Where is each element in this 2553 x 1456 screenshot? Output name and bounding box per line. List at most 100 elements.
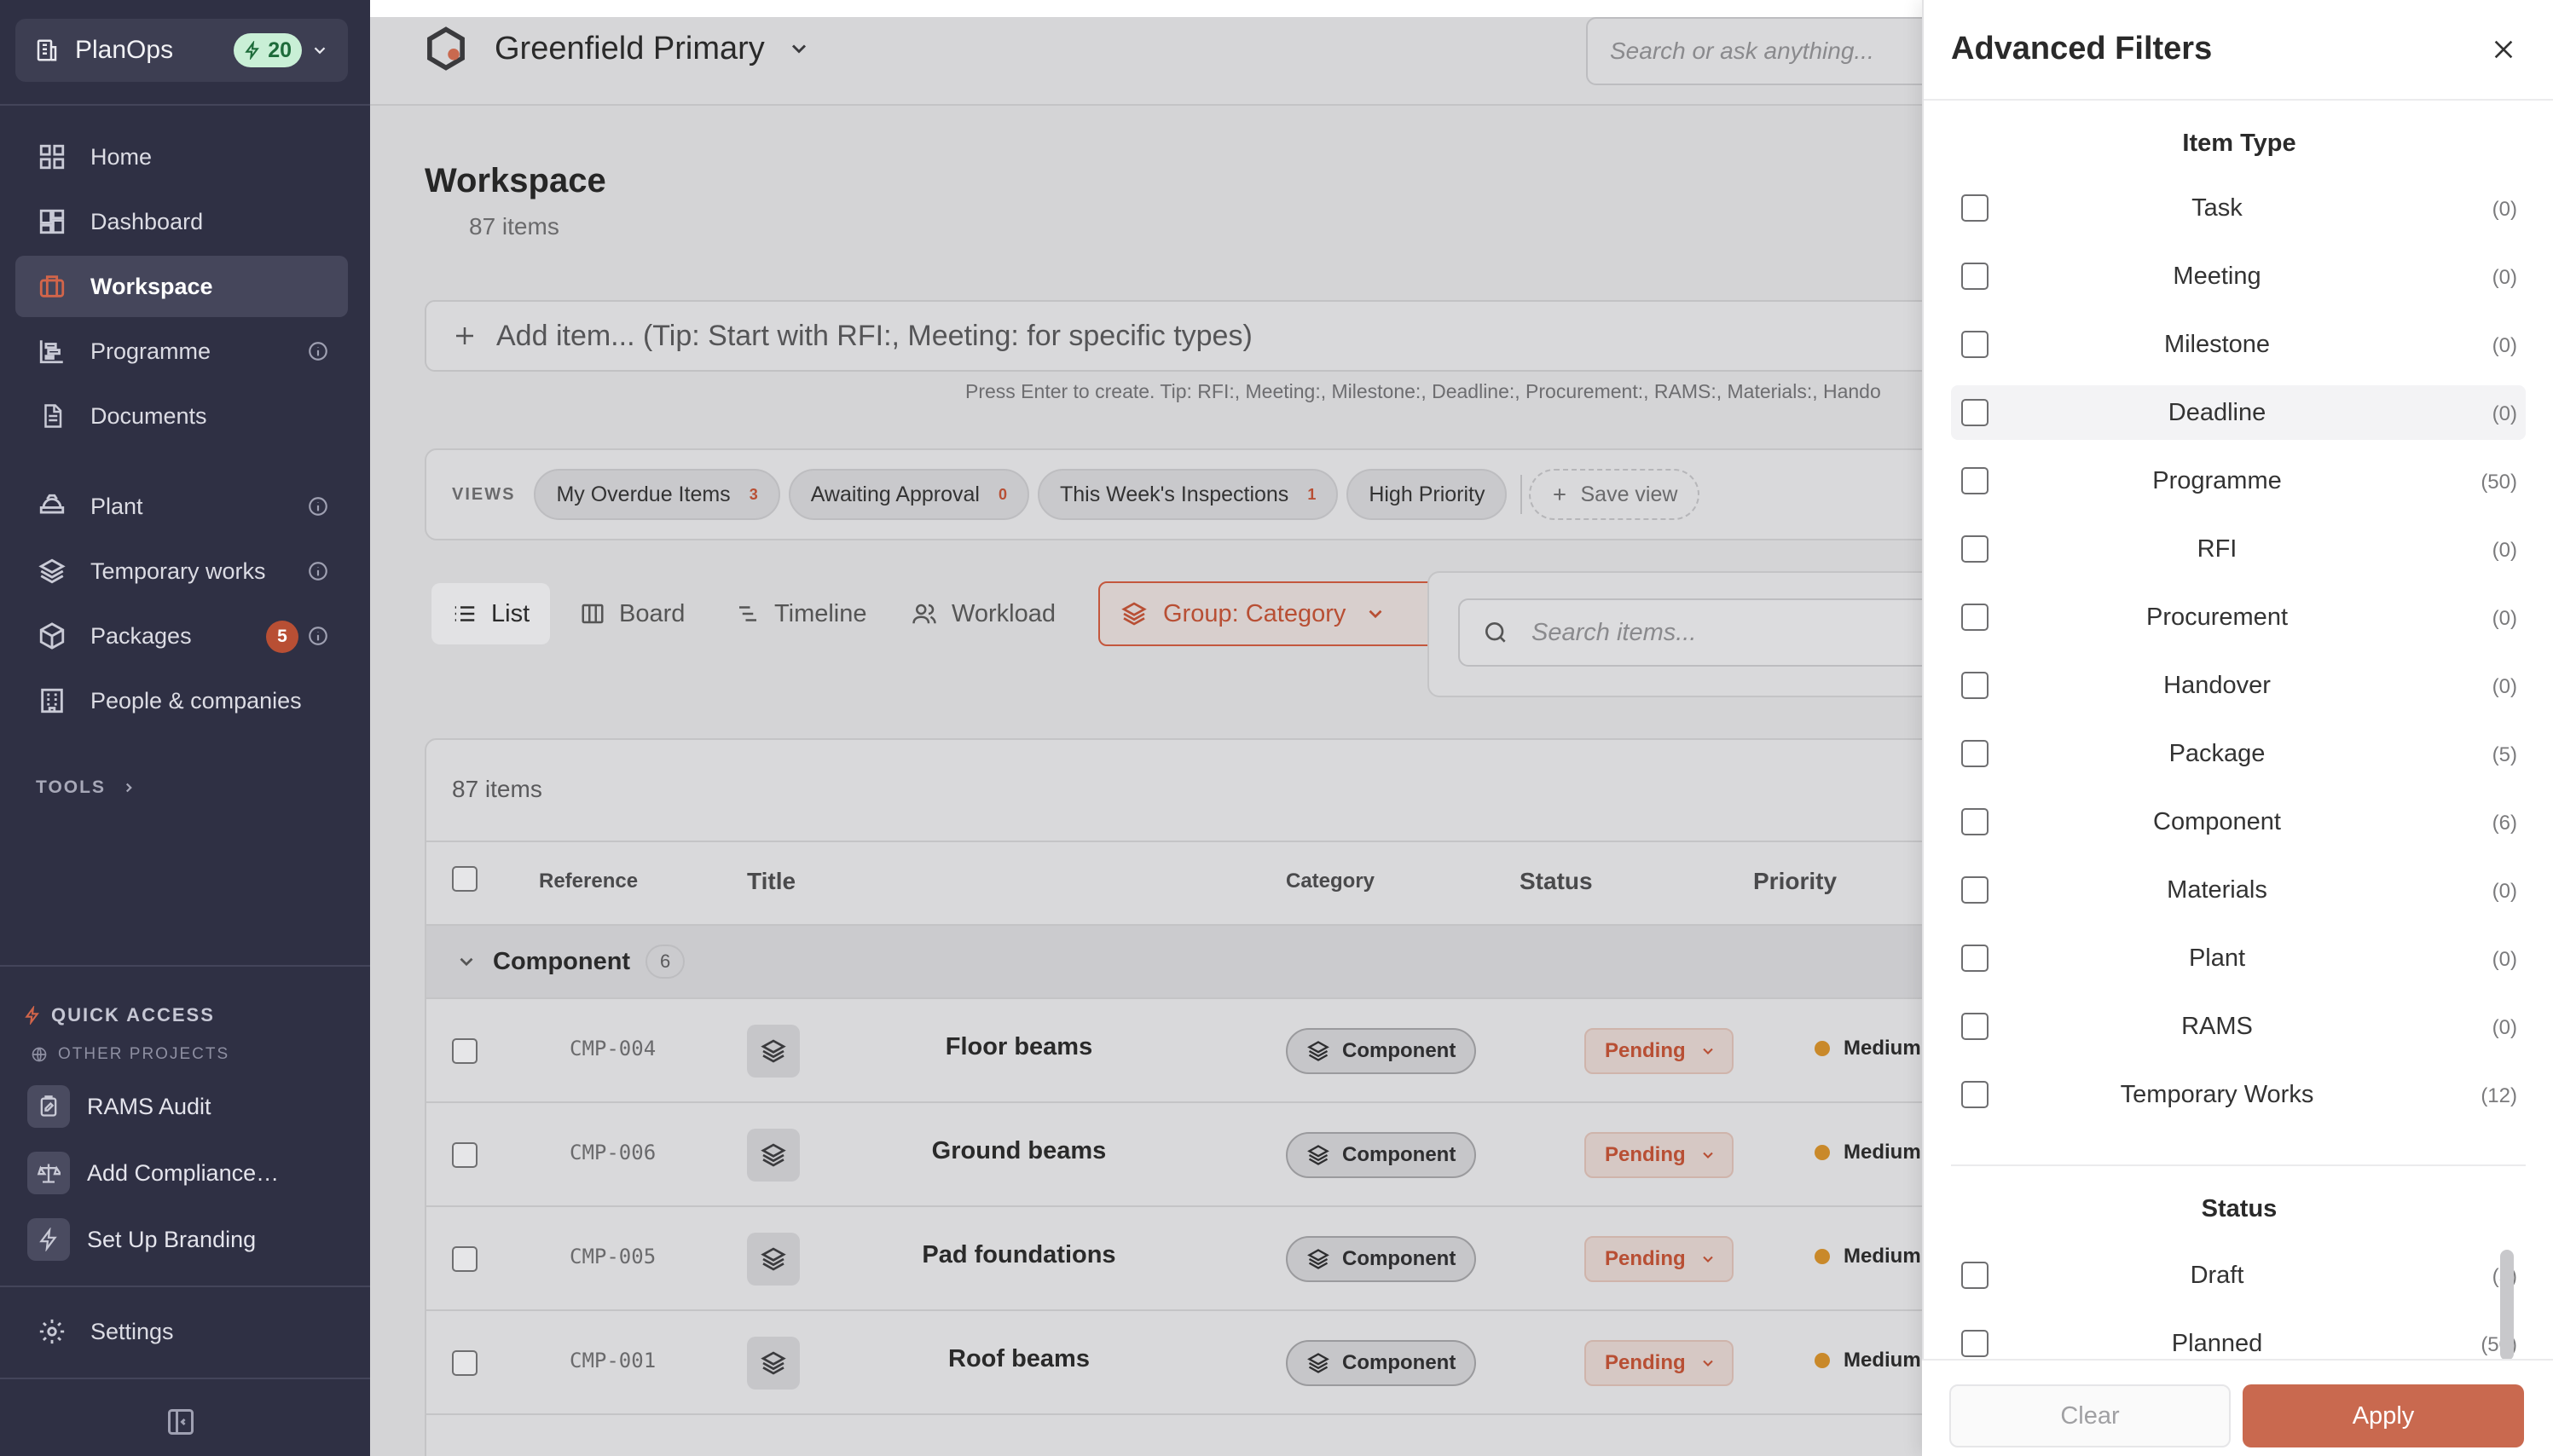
sidebar-item-plant[interactable]: Plant — [15, 476, 348, 537]
filter-option[interactable]: Meeting (0) — [1951, 249, 2526, 303]
column-reference[interactable]: Reference — [539, 870, 638, 893]
sidebar-item-packages[interactable]: Packages 5 — [15, 605, 348, 667]
filter-option[interactable]: Milestone (0) — [1951, 317, 2526, 372]
chevron-down-icon[interactable] — [310, 41, 329, 60]
tab-timeline[interactable]: Timeline — [715, 583, 888, 644]
view-chip-high-priority[interactable]: High Priority — [1346, 469, 1508, 520]
collapse-sidebar-icon[interactable] — [165, 1407, 196, 1437]
filter-label: Meeting — [2173, 263, 2261, 290]
filters-scrollbar[interactable] — [2500, 1250, 2514, 1361]
view-chip-this-weeks-inspections[interactable]: This Week's Inspections 1 — [1038, 469, 1339, 520]
quick-item-rams-audit[interactable]: RAMS Audit — [27, 1081, 211, 1132]
filter-label: Task — [2191, 194, 2243, 222]
sidebar-item-people-companies[interactable]: People & companies — [15, 670, 348, 731]
filter-option[interactable]: Materials (0) — [1951, 863, 2526, 917]
filter-option[interactable]: Programme (50) — [1951, 454, 2526, 508]
filter-option[interactable]: Plant (0) — [1951, 931, 2526, 985]
add-item-input[interactable]: Add item... (Tip: Start with RFI:, Meeti… — [425, 300, 1977, 372]
tab-workload[interactable]: Workload — [890, 583, 1076, 644]
close-icon[interactable] — [2485, 31, 2522, 68]
filter-option[interactable]: Deadline (0) — [1951, 385, 2526, 440]
status-dropdown[interactable]: Pending — [1584, 1028, 1734, 1074]
tools-toggle[interactable]: TOOLS — [36, 777, 136, 798]
row-checkbox[interactable] — [452, 1246, 478, 1272]
row-title[interactable]: Roof beams — [870, 1345, 1168, 1373]
priority-dot — [1815, 1353, 1830, 1368]
status-dropdown[interactable]: Pending — [1584, 1340, 1734, 1386]
filter-checkbox[interactable] — [1961, 740, 1989, 767]
filter-checkbox[interactable] — [1961, 945, 1989, 972]
filter-option[interactable]: RAMS (0) — [1951, 999, 2526, 1054]
filter-option[interactable]: Draft(5) — [1951, 1248, 2526, 1303]
view-chip-my-overdue-items[interactable]: My Overdue Items 3 — [534, 469, 780, 520]
table-row[interactable]: CMP-006 Ground beams Component Pending M… — [426, 1103, 2060, 1207]
tab-list[interactable]: List — [431, 583, 551, 644]
row-title[interactable]: Pad foundations — [870, 1241, 1168, 1269]
filter-checkbox[interactable] — [1961, 467, 1989, 494]
status-dropdown[interactable]: Pending — [1584, 1236, 1734, 1282]
column-category[interactable]: Category — [1286, 870, 1375, 893]
row-checkbox[interactable] — [452, 1142, 478, 1168]
column-title[interactable]: Title — [747, 868, 796, 895]
view-chip-awaiting-approval[interactable]: Awaiting Approval 0 — [788, 469, 1029, 520]
credits-badge[interactable]: 20 — [234, 33, 302, 67]
row-checkbox[interactable] — [452, 1038, 478, 1064]
filter-checkbox[interactable] — [1961, 808, 1989, 835]
filter-count: (0) — [2492, 266, 2517, 289]
select-all-checkbox[interactable] — [452, 866, 478, 892]
filter-checkbox[interactable] — [1961, 1330, 1989, 1357]
filter-checkbox[interactable] — [1961, 672, 1989, 699]
filter-option[interactable]: Task (0) — [1951, 181, 2526, 235]
sidebar-item-programme[interactable]: Programme — [15, 321, 348, 382]
filter-checkbox[interactable] — [1961, 399, 1989, 426]
group-header-component[interactable]: Component 6 — [426, 926, 2060, 999]
sidebar-item-dashboard[interactable]: Dashboard — [15, 191, 348, 252]
info-icon[interactable] — [307, 625, 329, 647]
sidebar-item-settings[interactable]: Settings — [15, 1301, 348, 1362]
info-icon[interactable] — [307, 340, 329, 362]
filter-option[interactable]: Temporary Works (12) — [1951, 1067, 2526, 1122]
filter-checkbox[interactable] — [1961, 331, 1989, 358]
filter-option[interactable]: Package (5) — [1951, 726, 2526, 781]
apply-button[interactable]: Apply — [2243, 1384, 2524, 1447]
sidebar-item-label: Dashboard — [90, 208, 204, 234]
table-row[interactable]: CMP-004 Floor beams Component Pending Me… — [426, 999, 2060, 1103]
quick-item-add-compliance[interactable]: Add Compliance… — [27, 1147, 279, 1199]
filter-checkbox[interactable] — [1961, 604, 1989, 631]
workspace-switcher[interactable]: PlanOps 20 — [15, 19, 348, 82]
info-icon[interactable] — [307, 560, 329, 582]
row-checkbox[interactable] — [452, 1350, 478, 1376]
sidebar-item-home[interactable]: Home — [15, 126, 348, 188]
filter-option[interactable]: Component (6) — [1951, 794, 2526, 849]
filter-option[interactable]: Procurement (0) — [1951, 590, 2526, 644]
filter-checkbox[interactable] — [1961, 1081, 1989, 1108]
filter-checkbox[interactable] — [1961, 1262, 1989, 1289]
grid-icon — [36, 141, 68, 173]
project-switcher[interactable]: Greenfield Primary — [423, 26, 811, 72]
status-dropdown[interactable]: Pending — [1584, 1132, 1734, 1178]
filter-option[interactable]: Handover (0) — [1951, 658, 2526, 713]
filter-checkbox[interactable] — [1961, 194, 1989, 222]
info-icon[interactable] — [307, 495, 329, 517]
clear-button[interactable]: Clear — [1949, 1384, 2231, 1447]
filter-checkbox[interactable] — [1961, 535, 1989, 563]
table-row[interactable]: CMP-001 Roof beams Component Pending Med… — [426, 1311, 2060, 1415]
tab-board[interactable]: Board — [559, 583, 705, 644]
table-row[interactable]: CMP-005 Pad foundations Component Pendin… — [426, 1207, 2060, 1311]
sidebar-item-workspace[interactable]: Workspace — [15, 256, 348, 317]
filter-checkbox[interactable] — [1961, 263, 1989, 290]
search-icon — [1485, 622, 1506, 643]
quick-item-set-up-branding[interactable]: Set Up Branding — [27, 1214, 256, 1265]
filter-option[interactable]: RFI (0) — [1951, 522, 2526, 576]
filter-checkbox[interactable] — [1961, 1013, 1989, 1040]
save-view-button[interactable]: Save view — [1529, 469, 1700, 520]
sidebar-item-documents[interactable]: Documents — [15, 385, 348, 447]
row-title[interactable]: Ground beams — [870, 1137, 1168, 1165]
global-search-input[interactable]: Search or ask anything... — [1586, 17, 1953, 85]
filter-checkbox[interactable] — [1961, 876, 1989, 904]
sidebar-item-temporary-works[interactable]: Temporary works — [15, 540, 348, 602]
column-status[interactable]: Status — [1520, 868, 1593, 895]
column-priority[interactable]: Priority — [1753, 868, 1837, 895]
group-by-dropdown[interactable]: Group: Category — [1098, 581, 1448, 646]
row-title[interactable]: Floor beams — [870, 1033, 1168, 1061]
